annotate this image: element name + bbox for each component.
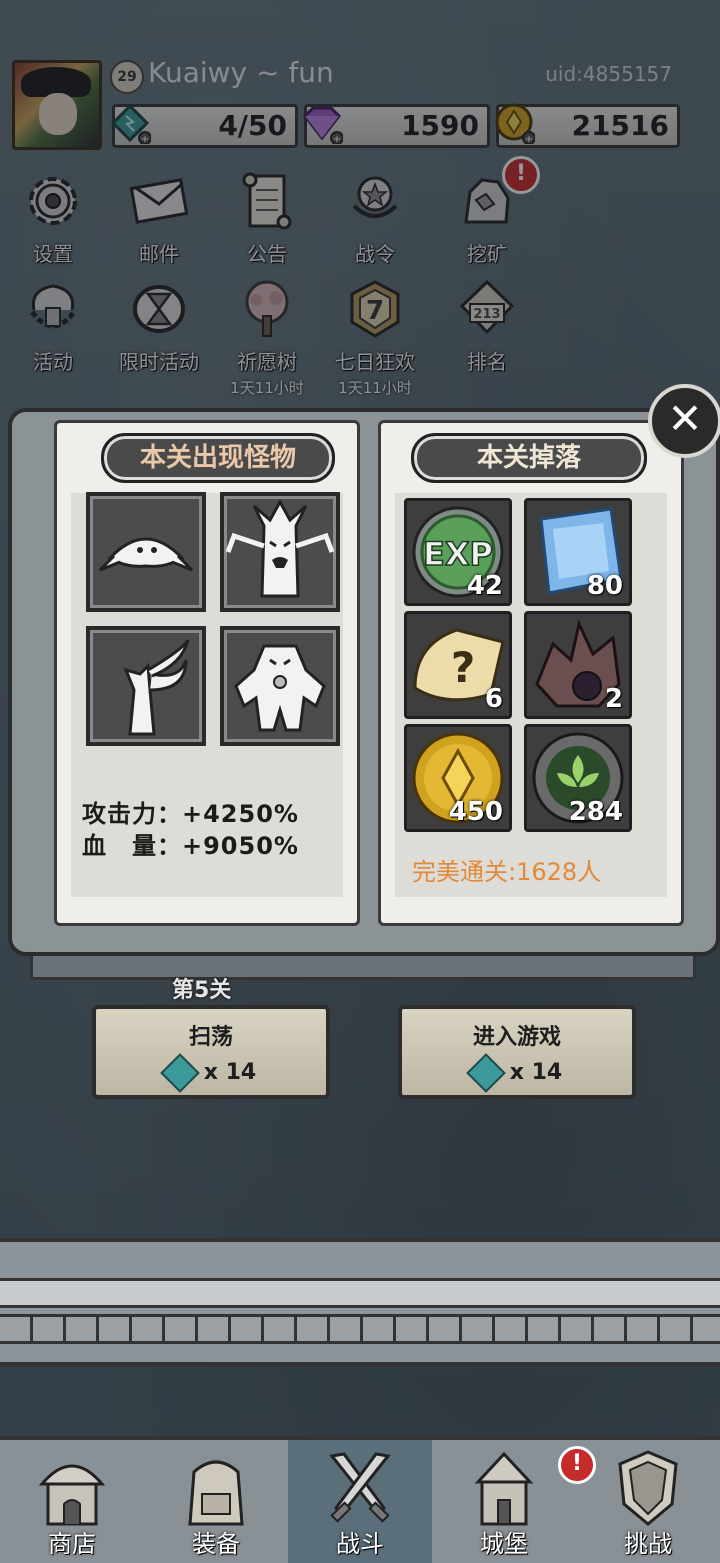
drop-slot[interactable]: 80 [524, 498, 632, 606]
monster-slot[interactable] [220, 492, 340, 612]
rail-band [0, 1278, 720, 1308]
bottom-nav: 商店 装备 战斗 城堡 ! 挑战 [0, 1436, 720, 1563]
monster-slot[interactable] [86, 626, 206, 746]
tree-monster-icon [225, 498, 335, 598]
sweep-cost-value: 14 [225, 1060, 257, 1085]
energy-gem-icon [465, 1053, 506, 1093]
monster-slot[interactable] [220, 626, 340, 746]
hp-stat: 血 量：+9050% [82, 826, 299, 861]
golem-monster-icon [234, 644, 326, 732]
crossed-swords-icon [329, 1452, 391, 1523]
nav-equipment[interactable]: 装备 [144, 1440, 288, 1563]
rail-segments [0, 1317, 720, 1341]
energy-gem-icon [159, 1053, 200, 1093]
close-icon: ✕ [667, 394, 703, 443]
nav-castle[interactable]: 城堡 ! [432, 1440, 596, 1563]
nav-battle[interactable]: 战斗 [288, 1440, 432, 1563]
drop-slot[interactable]: 2 [524, 611, 632, 719]
nav-shop[interactable]: 商店 [0, 1440, 144, 1563]
drop-count: 42 [466, 571, 503, 601]
enter-game-button[interactable]: 进入游戏 x 14 [398, 1005, 636, 1099]
decorative-rail [0, 1238, 720, 1366]
stage-label: 第5关 [172, 978, 232, 1003]
nav-label: 城堡 [480, 1530, 528, 1558]
sweep-label: 扫荡 [188, 1025, 233, 1050]
drops-title: 本关掉落 [411, 433, 647, 483]
perfect-clear-count: 完美通关:1628人 [412, 858, 602, 886]
nav-challenge[interactable]: 挑战 [576, 1440, 720, 1563]
nav-label: 商店 [48, 1530, 96, 1558]
drop-slot[interactable]: 450 [404, 724, 512, 832]
drop-slot[interactable]: 284 [524, 724, 632, 832]
drop-count: 80 [586, 571, 623, 601]
monsters-title: 本关出现怪物 [101, 433, 335, 483]
nav-label: 挑战 [624, 1530, 672, 1558]
drop-slot[interactable]: EXP 42 [404, 498, 512, 606]
attack-label: 攻击力： [82, 800, 182, 828]
nav-label: 战斗 [336, 1530, 384, 1558]
backpack-icon [188, 1460, 244, 1526]
enter-cost-mult: x [509, 1060, 524, 1085]
drop-slot[interactable]: ? 6 [404, 611, 512, 719]
drop-count: 284 [568, 797, 623, 827]
exp-text: EXP [423, 535, 493, 573]
sweep-cost: x 14 [96, 1053, 326, 1093]
drop-count: 6 [484, 684, 503, 714]
sweep-button[interactable]: 扫荡 x 14 [92, 1005, 330, 1099]
drop-count: 450 [448, 797, 503, 827]
sweep-cost-mult: x [203, 1060, 218, 1085]
hp-label: 血 量： [82, 832, 182, 860]
nav-label: 装备 [192, 1530, 240, 1558]
slime-monster-icon [98, 537, 194, 572]
hp-value: +9050% [182, 832, 299, 860]
fox-monster-icon [123, 639, 190, 736]
attack-stat: 攻击力：+4250% [82, 794, 299, 829]
enter-game-cost: x 14 [402, 1053, 632, 1093]
monster-slot[interactable] [86, 492, 206, 612]
enter-cost-value: 14 [531, 1060, 563, 1085]
drop-count: 2 [604, 684, 623, 714]
shop-hut-icon [38, 1464, 106, 1526]
castle-icon [474, 1451, 534, 1526]
close-button[interactable]: ✕ [648, 384, 720, 458]
mystery-mark: ? [451, 643, 475, 692]
shield-icon [618, 1450, 678, 1526]
enter-game-label: 进入游戏 [472, 1025, 561, 1050]
rail-band [0, 1314, 720, 1344]
attack-value: +4250% [182, 800, 299, 828]
